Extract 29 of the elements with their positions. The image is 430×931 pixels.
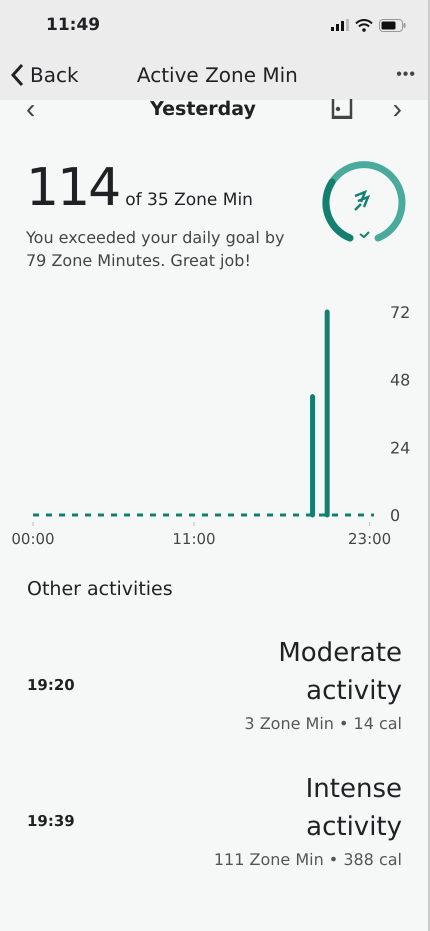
section-title: Other activities	[27, 578, 174, 600]
battery-icon	[379, 18, 406, 32]
goal-message: You exceeded your daily goal by 79 Zone Minutes. Great job!	[26, 227, 286, 272]
back-icon	[10, 63, 24, 87]
more-button[interactable]: •••	[396, 66, 416, 84]
zone-minutes-value: 114	[26, 160, 120, 216]
goal-label: of 35 Zone Min	[125, 190, 253, 210]
activity-title[interactable]: Intense activity	[202, 770, 402, 846]
y-axis-label: 0	[390, 506, 400, 525]
back-button[interactable]: Back	[10, 63, 79, 87]
y-axis-label: 72	[390, 303, 410, 322]
activity-details: 3 Zone Min • 14 cal	[243, 713, 402, 735]
wifi-icon	[355, 18, 373, 32]
activity-details: 111 Zone Min • 388 cal	[212, 849, 402, 871]
x-axis-label: 23:00	[348, 530, 392, 548]
activity-time: 19:39	[27, 812, 75, 830]
signal-icon	[331, 19, 349, 31]
y-axis-label: 24	[390, 438, 410, 458]
screen-title: Active Zone Min	[136, 63, 299, 87]
calendar-icon[interactable]	[330, 99, 353, 119]
date-label: Yesterday	[149, 98, 257, 120]
x-axis-label: 00:00	[11, 530, 55, 548]
y-axis-label: 48	[390, 370, 410, 390]
next-day-button[interactable]: ›	[392, 100, 402, 118]
activity-time: 19:20	[27, 676, 75, 694]
previous-day-button[interactable]: ‹	[26, 100, 36, 118]
x-axis-label: 11:00	[172, 530, 216, 548]
status-time: 11:49	[46, 15, 100, 35]
activity-title[interactable]: Moderate activity	[202, 634, 402, 710]
